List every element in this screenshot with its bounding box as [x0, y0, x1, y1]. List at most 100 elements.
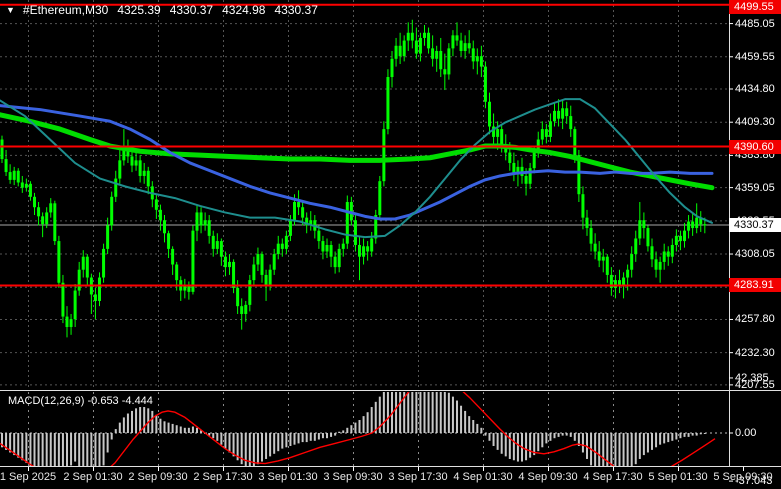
candle-body: [651, 246, 654, 259]
macd-bar: [675, 433, 677, 439]
candle-body: [61, 283, 64, 317]
candle-body: [248, 280, 251, 305]
macd-bar: [342, 430, 344, 433]
macd-bar: [220, 433, 222, 445]
macd-bar: [696, 433, 698, 436]
candle-body: [488, 102, 491, 127]
candle-body: [196, 212, 199, 230]
candle-body: [679, 236, 682, 241]
macd-bar: [411, 378, 413, 433]
candle-body: [25, 184, 28, 188]
candle-body: [602, 257, 605, 261]
candle-body: [135, 160, 138, 165]
macd-bar: [484, 433, 486, 436]
candle-body: [289, 220, 292, 236]
macd-bar: [70, 433, 72, 465]
macd-bar: [460, 406, 462, 433]
macd-bar: [529, 433, 531, 458]
candle-body: [646, 228, 649, 246]
candle-body: [569, 116, 572, 129]
macd-bar: [448, 393, 450, 433]
candle-body: [496, 129, 499, 137]
candle-body: [626, 270, 629, 278]
candle-body: [691, 222, 694, 229]
candle-body: [358, 245, 361, 257]
candle-body: [273, 254, 276, 270]
candle-body: [419, 38, 422, 54]
candle-body: [435, 51, 438, 59]
macd-bar: [375, 402, 377, 433]
macd-bar: [310, 433, 312, 441]
candle-body: [472, 48, 475, 61]
macd-bar: [147, 408, 149, 433]
candle-body: [285, 236, 288, 249]
macd-bar: [257, 433, 259, 464]
macd-bar: [66, 433, 68, 471]
macd-bar: [456, 401, 458, 433]
macd-bar: [159, 419, 161, 433]
candle-body: [155, 199, 158, 209]
macd-bar: [424, 380, 426, 433]
macd-bar: [659, 433, 661, 445]
candle-body: [659, 262, 662, 270]
candle-body: [411, 33, 414, 41]
macd-bar: [440, 386, 442, 433]
macd-bar: [444, 389, 446, 433]
candle-body: [695, 218, 698, 228]
macd-bar: [58, 433, 60, 480]
macd-bar: [509, 433, 511, 459]
candle-body: [57, 241, 60, 283]
macd-bar: [505, 433, 507, 456]
macd-bar: [391, 381, 393, 433]
candle-body: [581, 194, 584, 217]
macd-bar: [196, 428, 198, 433]
candle-body: [232, 262, 235, 288]
macd-bar: [168, 423, 170, 433]
macd-bar: [549, 433, 551, 441]
chart-canvas[interactable]: [0, 0, 781, 489]
macd-bar: [123, 417, 125, 433]
candle-body: [549, 121, 552, 137]
macd-bar: [501, 433, 503, 454]
macd-bar: [216, 433, 218, 441]
candle-body: [431, 48, 434, 58]
candle-body: [236, 288, 239, 306]
candle-body: [98, 278, 101, 301]
macd-bar: [350, 425, 352, 433]
macd-bar: [151, 411, 153, 433]
macd-bar: [517, 433, 519, 462]
macd-bar: [29, 433, 31, 467]
macd-bar: [493, 433, 495, 446]
macd-bar: [188, 428, 190, 433]
price-pane[interactable]: [0, 0, 744, 390]
candle-body: [228, 262, 231, 267]
candle-body: [106, 225, 109, 248]
candle-body: [667, 251, 670, 256]
candle-body: [66, 317, 69, 327]
candle-body: [110, 197, 113, 226]
candle-body: [606, 257, 609, 275]
macd-bar: [25, 433, 27, 463]
candle-body: [139, 160, 142, 176]
macd-bar: [570, 433, 572, 437]
macd-bar: [298, 433, 300, 443]
macd-bar: [436, 384, 438, 433]
candle-body: [703, 224, 706, 225]
macd-bar: [387, 385, 389, 433]
macd-bar: [306, 433, 308, 442]
candle-body: [216, 241, 219, 249]
candle-body: [256, 254, 259, 264]
candle-body: [94, 294, 97, 301]
macd-bar: [428, 381, 430, 433]
candle-body: [525, 176, 528, 184]
macd-bar: [330, 433, 332, 437]
candle-body: [557, 111, 560, 119]
candle-body: [49, 203, 52, 212]
macd-bar: [224, 433, 226, 449]
macd-bar: [318, 433, 320, 439]
candle-body: [244, 305, 247, 314]
candle-body: [378, 181, 381, 215]
candle-body: [439, 51, 442, 69]
macd-bar: [131, 411, 133, 433]
candle-body: [252, 265, 255, 281]
